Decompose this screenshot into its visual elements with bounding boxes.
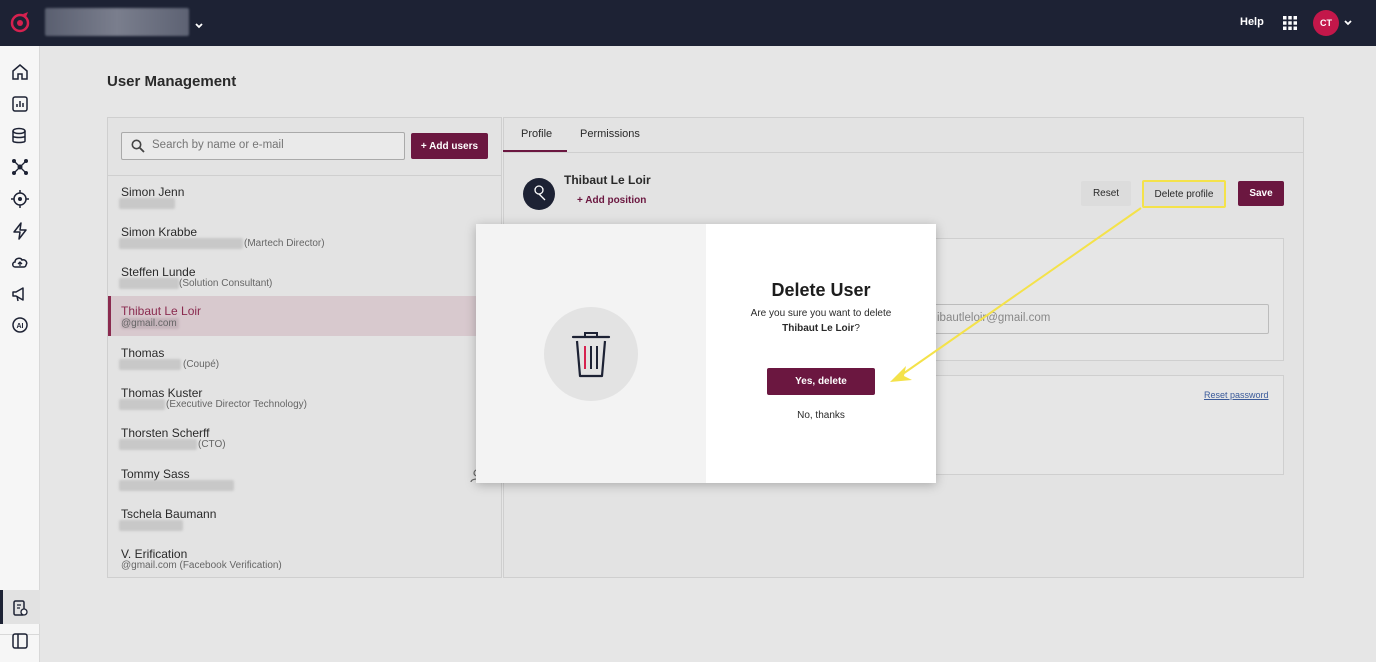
add-users-button[interactable]: + Add users [411,133,488,159]
lightning-icon[interactable] [10,221,30,241]
top-bar: Help CT [0,0,1376,46]
reset-button[interactable]: Reset [1081,181,1131,206]
profile-avatar[interactable] [523,178,555,210]
megaphone-icon[interactable] [10,284,30,304]
blurred-email [119,238,243,249]
user-sub: (Executive Director Technology) [166,399,307,410]
ai-icon[interactable]: AI [10,315,30,335]
blurred-email [119,480,234,491]
add-position-link[interactable]: + Add position [577,195,646,206]
svg-text:AI: AI [17,323,24,330]
blurred-email [119,198,175,209]
target-icon[interactable] [10,189,30,209]
modal-illustration-panel [476,224,706,483]
user-name: Simon Krabbe [121,225,198,239]
blurred-email [119,520,183,531]
cloud-icon[interactable] [10,252,30,272]
home-icon[interactable] [10,62,30,82]
list-item[interactable]: Simon Krabbe (Martech Director) [108,218,476,258]
panel-toggle-icon[interactable] [10,631,30,651]
email-field[interactable]: ibautleloir@gmail.com [900,304,1269,334]
tab-permissions[interactable]: Permissions [580,128,640,140]
page-title: User Management [107,73,237,90]
sidebar: AI [0,46,40,662]
network-icon[interactable] [10,157,30,177]
workspace-selector[interactable] [45,8,189,36]
user-sub: @gmail.com [121,318,177,329]
user-name: Thorsten Scherff [121,426,210,440]
user-name: Thibaut Le Loir [121,304,202,318]
app-logo-icon[interactable] [9,11,31,33]
profile-name: Thibaut Le Loir [564,173,651,187]
blurred-email [119,439,197,450]
user-name: V. Erification [121,547,188,561]
apps-grid-icon[interactable] [1283,16,1297,30]
trash-circle [544,307,638,401]
user-sub: (Martech Director) [244,238,325,249]
user-avatar[interactable]: CT [1313,10,1339,36]
user-sub: (Solution Consultant) [179,278,273,289]
save-button[interactable]: Save [1238,181,1284,206]
blurred-email [119,359,181,370]
list-item[interactable]: V. Erification @gmail.com (Facebook Veri… [108,540,476,580]
cancel-button[interactable]: No, thanks [706,410,936,421]
tab-profile[interactable]: Profile [521,128,552,140]
modal-user-name: Thibaut Le Loir [782,323,855,334]
delete-user-modal: Delete User Are you sure you want to del… [476,224,936,483]
list-item[interactable]: Steffen Lunde (Solution Consultant) [108,258,476,298]
modal-question-mark: ? [854,323,860,334]
user-name: Tommy Sass [121,467,190,481]
blurred-email [119,399,165,410]
person-icon [534,185,546,201]
reset-password-link[interactable]: Reset password [1204,390,1269,400]
modal-question: Are you sure you want to delete [750,308,892,319]
user-sub: (CTO) [198,439,226,450]
modal-message: Are you sure you want to delete Thibaut … [706,306,936,336]
user-name: Thomas Kuster [121,386,203,400]
user-name: Tschela Baumann [121,507,217,521]
user-name: Simon Jenn [121,185,185,199]
help-link[interactable]: Help [1240,16,1264,28]
chevron-down-icon[interactable] [1342,17,1354,29]
user-settings-icon[interactable] [10,598,30,618]
user-name: Thomas [121,346,165,360]
list-item[interactable]: Thomas Kuster (Executive Director Techno… [108,379,476,419]
user-name: Steffen Lunde [121,265,196,279]
analytics-icon[interactable] [10,94,30,114]
list-item[interactable]: Simon Jenn [108,178,476,218]
list-divider [108,175,501,176]
confirm-delete-button[interactable]: Yes, delete [767,368,875,395]
list-item[interactable]: Tommy Sass [108,460,476,500]
list-item[interactable]: Thorsten Scherff (CTO) [108,419,476,459]
modal-title: Delete User [771,280,871,300]
trash-icon [571,332,611,378]
delete-profile-button[interactable]: Delete profile [1142,180,1226,208]
search-input[interactable] [152,139,392,151]
blurred-email [119,278,179,289]
user-sub: (Coupé) [183,359,220,370]
chevron-down-icon[interactable] [193,20,205,32]
active-tab-indicator [503,150,567,152]
list-item[interactable]: Tschela Baumann [108,500,476,540]
search-icon [131,139,145,153]
list-item-selected[interactable]: Thibaut Le Loir @gmail.com [108,296,476,336]
database-icon[interactable] [10,126,30,146]
search-box[interactable] [121,132,405,160]
list-item[interactable]: Thomas (Coupé) [108,339,476,379]
user-sub: @gmail.com (Facebook Verification) [121,560,282,571]
